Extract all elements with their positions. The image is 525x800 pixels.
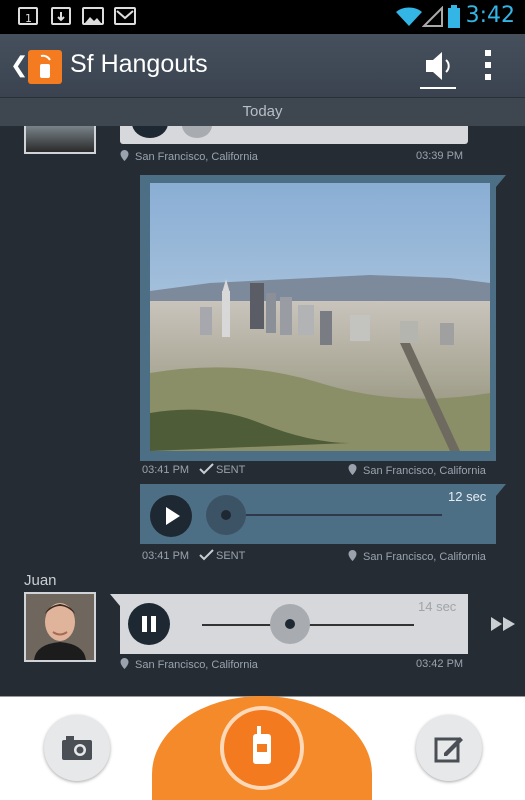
back-icon[interactable]: ❮ [10, 53, 28, 78]
avatar[interactable] [24, 592, 96, 662]
message-status: SENT [216, 464, 246, 476]
avatar[interactable] [24, 126, 96, 154]
message-time: 03:39 PM [416, 150, 464, 162]
audio-duration: 14 sec [418, 599, 457, 614]
audio-progress-track[interactable] [224, 514, 442, 516]
compose-icon [434, 737, 463, 763]
svg-text:1: 1 [25, 12, 32, 24]
speaker-active-indicator [420, 87, 456, 89]
app-title: Sf Hangouts [70, 50, 208, 78]
battery-icon [448, 5, 460, 28]
audio-message-bubble[interactable] [120, 126, 468, 144]
image-icon [82, 7, 104, 25]
status-bar: 1 3:42 [0, 0, 525, 34]
wifi-icon [396, 7, 422, 26]
overflow-menu-icon[interactable] [478, 48, 498, 84]
audio-duration: 12 sec [448, 489, 487, 504]
location-pin-icon [348, 464, 357, 475]
message-time: 03:41 PM [142, 464, 190, 476]
message-location: San Francisco, California [348, 550, 486, 563]
action-bar: ❮ Sf Hangouts [0, 34, 525, 98]
compose-button[interactable] [416, 715, 482, 781]
sent-check-icon [199, 549, 214, 561]
play-icon [166, 507, 180, 525]
pause-icon [142, 616, 147, 632]
camera-button[interactable] [44, 715, 110, 781]
conversation-list[interactable]: San Francisco, California 03:39 PM 03:41… [0, 126, 525, 696]
sent-check-icon [199, 463, 214, 475]
audio-scrubber[interactable] [270, 604, 310, 644]
audio-message-bubble[interactable]: 12 sec [140, 484, 506, 544]
app-logo-icon[interactable] [28, 50, 62, 84]
message-location: San Francisco, California [120, 658, 258, 671]
speaker-icon[interactable] [420, 46, 456, 86]
message-location: San Francisco, California [120, 150, 258, 163]
message-time: 03:42 PM [416, 658, 464, 670]
sender-name: Juan [24, 572, 57, 589]
sim-one-icon: 1 [18, 7, 38, 25]
camera-icon [62, 736, 92, 760]
message-status: SENT [216, 550, 246, 562]
pause-button[interactable] [128, 603, 170, 645]
message-location: San Francisco, California [348, 464, 486, 477]
day-header: Today [0, 98, 525, 126]
location-pin-icon [348, 550, 357, 561]
gmail-icon [114, 7, 136, 25]
signal-icon [422, 6, 443, 27]
play-button[interactable] [150, 495, 192, 537]
fast-forward-icon[interactable] [490, 616, 516, 632]
location-pin-icon [120, 658, 129, 669]
message-time: 03:41 PM [142, 550, 190, 562]
push-to-talk-icon[interactable] [220, 706, 304, 790]
location-pin-icon [120, 150, 129, 161]
status-time: 3:42 [465, 3, 515, 28]
photo-message-bubble[interactable] [140, 175, 506, 461]
audio-scrubber[interactable] [206, 495, 246, 535]
download-icon [51, 7, 71, 25]
audio-message-bubble[interactable]: 14 sec [110, 594, 468, 654]
san-francisco-skyline-photo[interactable] [150, 183, 490, 451]
